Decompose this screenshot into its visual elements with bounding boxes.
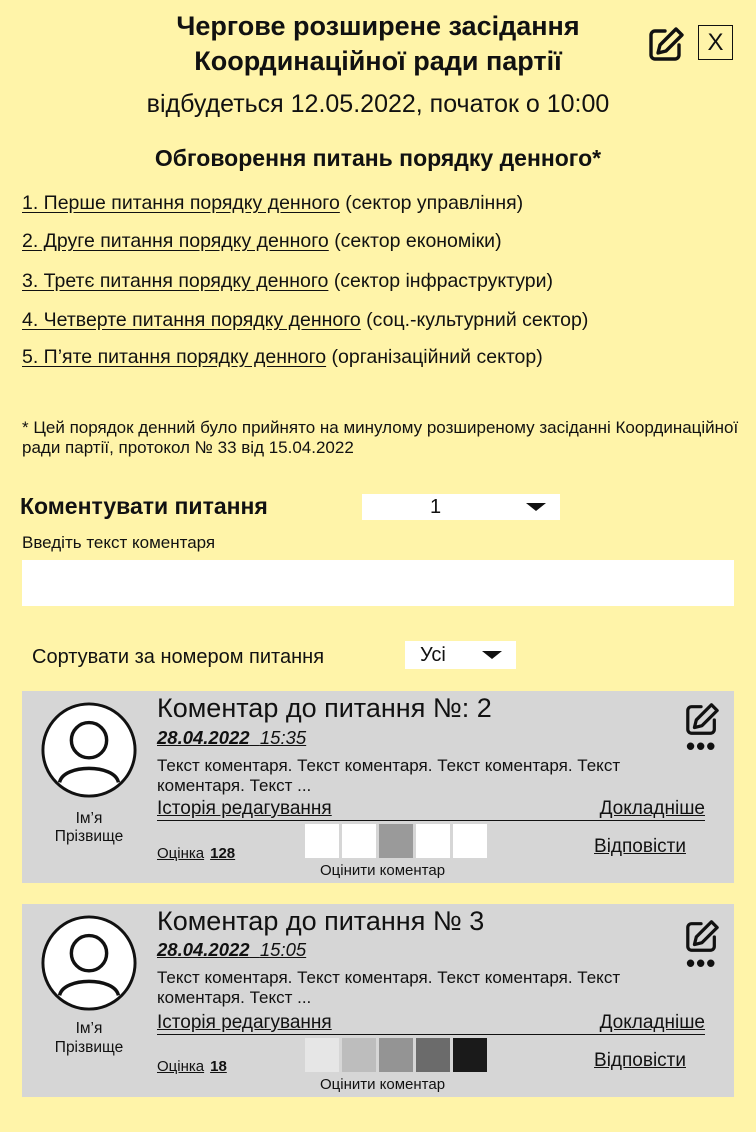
meeting-datetime: відбудеться 12.05.2022, початок о 10:00 (146, 90, 610, 118)
rate-option-2[interactable] (342, 824, 376, 858)
sort-label: Сортувати за номером питання (32, 646, 325, 668)
agenda-sector-5: (організаційний сектор) (331, 346, 543, 368)
comment-card: Ім’я Прізвище Коментар до питання №: 2 •… (22, 691, 734, 883)
agenda-sector-2: (сектор економіки) (334, 230, 502, 252)
comment-body: Текст коментаря. Текст коментаря. Текст … (157, 756, 621, 795)
comment-time: 15:35 (259, 727, 307, 748)
agenda-item-1: 1. Перше питання порядку денного (сектор… (22, 192, 523, 215)
user-avatar-icon (41, 915, 137, 1011)
page-title-line1: Чергове розширене засідання (176, 11, 580, 41)
more-dots-icon[interactable]: ••• (686, 950, 716, 976)
agenda-item-4: 4. Четверте питання порядку денного (соц… (22, 309, 588, 332)
agenda-item-select-value: 1 (430, 495, 442, 518)
author-first-name: Ім’я (75, 1020, 103, 1037)
sort-select-value: Усі (420, 643, 446, 666)
details-link[interactable]: Докладніше (600, 1012, 705, 1034)
comment-links-row: Історія редагування Докладніше (157, 798, 705, 821)
comment-datetime: 28.04.2022 15:05 (157, 939, 306, 961)
agenda-item-5: 5. П’яте питання порядку денного (органі… (22, 346, 543, 369)
author-first-name: Ім’я (75, 810, 103, 827)
comment-title: Коментар до питання № 3 (157, 906, 485, 936)
rate-option-4[interactable] (416, 1038, 450, 1072)
agenda-footnote: * Цей порядок денний було прийнято на ми… (22, 418, 739, 457)
comment-title: Коментар до питання №: 2 (157, 693, 492, 723)
agenda-link-1[interactable]: 1. Перше питання порядку денного (22, 192, 340, 214)
comment-card: Ім’я Прізвище Коментар до питання № 3 ••… (22, 904, 734, 1097)
rate-option-1[interactable] (305, 824, 339, 858)
author-last-name: Прізвище (54, 1039, 124, 1056)
agenda-item-3: 3. Третє питання порядку денного (сектор… (22, 270, 553, 293)
rating-label: Оцінка (157, 1058, 205, 1075)
reply-link[interactable]: Відповісти (594, 1050, 686, 1072)
rate-caption: Оцінити коментар (320, 862, 446, 879)
rating-label: Оцінка (157, 845, 205, 862)
author-last-name: Прізвище (54, 828, 124, 845)
rate-option-5[interactable] (453, 1038, 487, 1072)
comment-datetime: 28.04.2022 15:35 (157, 727, 306, 749)
user-avatar-icon (41, 702, 137, 798)
rating-selector (305, 824, 487, 858)
edit-history-link[interactable]: Історія редагування (157, 798, 332, 820)
agenda-item-2: 2. Друге питання порядку денного (сектор… (22, 230, 502, 253)
agenda-link-2[interactable]: 2. Друге питання порядку денного (22, 230, 329, 252)
page-title-line2: Координаційної ради партії (194, 46, 562, 76)
close-button[interactable]: X (698, 25, 733, 60)
rate-option-3[interactable] (379, 1038, 413, 1072)
agenda-item-select[interactable]: 1 (362, 494, 560, 520)
rating-value: 18 (210, 1058, 227, 1075)
comment-rating: Оцінка 128 (157, 845, 235, 862)
comment-rating: Оцінка 18 (157, 1058, 227, 1075)
agenda-sector-1: (сектор управління) (345, 192, 524, 214)
comment-date: 28.04.2022 (157, 727, 250, 748)
agenda-title: Обговорення питань порядку денного* (154, 145, 602, 171)
edit-history-link[interactable]: Історія редагування (157, 1012, 332, 1034)
comment-input-label: Введіть текст коментаря (22, 533, 216, 552)
comment-links-row: Історія редагування Докладніше (157, 1012, 705, 1035)
rate-option-4[interactable] (416, 824, 450, 858)
agenda-sector-3: (сектор інфраструктури) (333, 270, 554, 292)
rating-value: 128 (210, 845, 236, 862)
rate-option-1[interactable] (305, 1038, 339, 1072)
rate-option-3[interactable] (379, 824, 413, 858)
sort-select[interactable]: Усі (405, 641, 516, 669)
agenda-link-5[interactable]: 5. П’яте питання порядку денного (22, 346, 326, 368)
comment-text-input[interactable] (22, 560, 734, 606)
rate-option-5[interactable] (453, 824, 487, 858)
reply-link[interactable]: Відповісти (594, 836, 686, 858)
agenda-link-3[interactable]: 3. Третє питання порядку денного (22, 270, 328, 292)
rating-selector (305, 1038, 487, 1072)
comment-on-item-label: Коментувати питання (20, 493, 268, 519)
more-dots-icon[interactable]: ••• (686, 733, 716, 759)
agenda-sector-4: (соц.-культурний сектор) (366, 309, 589, 331)
caret-down-icon (482, 651, 502, 659)
agenda-link-4[interactable]: 4. Четверте питання порядку денного (22, 309, 361, 331)
pencil-square-icon[interactable] (647, 25, 685, 63)
comment-date: 28.04.2022 (157, 939, 250, 960)
comment-time: 15:05 (259, 939, 307, 960)
details-link[interactable]: Докладніше (600, 798, 705, 820)
rate-option-2[interactable] (342, 1038, 376, 1072)
caret-down-icon (526, 503, 546, 511)
comment-body: Текст коментаря. Текст коментаря. Текст … (157, 968, 621, 1007)
rate-caption: Оцінити коментар (320, 1076, 446, 1093)
